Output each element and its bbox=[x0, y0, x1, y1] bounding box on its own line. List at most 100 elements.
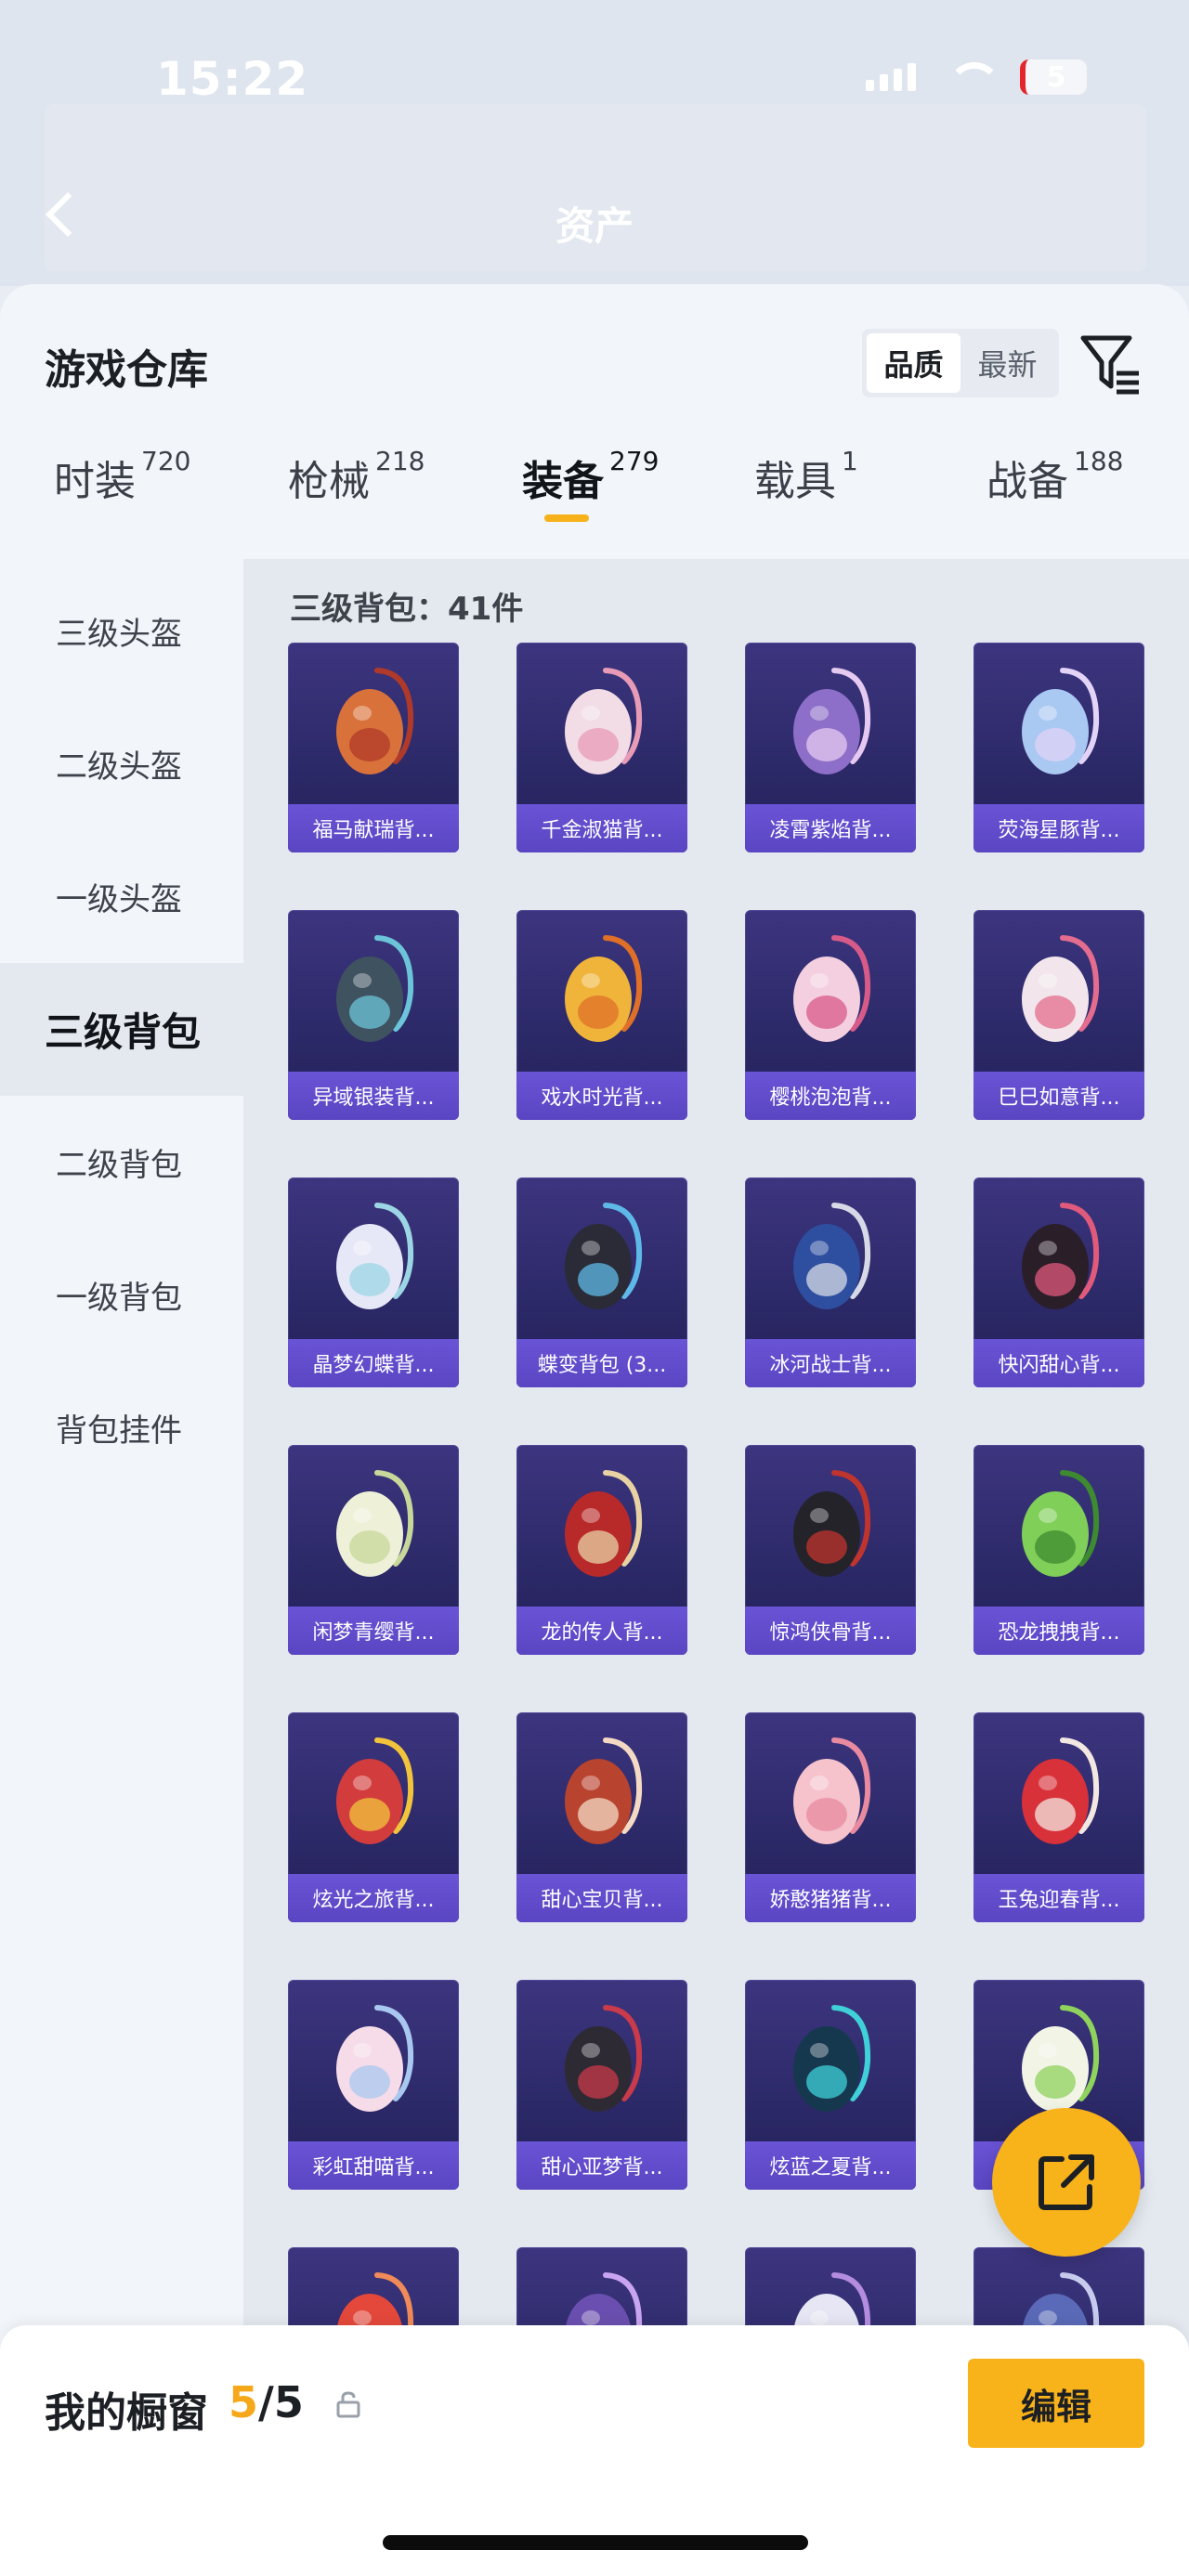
backpack-item-card[interactable]: 炫蓝之夏背... bbox=[745, 1980, 916, 2190]
sidebar-item-level1-backpack[interactable]: 一级背包 bbox=[0, 1229, 243, 1361]
edit-button[interactable]: 编辑 bbox=[968, 2359, 1144, 2448]
tab-guns[interactable]: 枪械 218 bbox=[288, 446, 425, 550]
backpack-item-card[interactable]: 甜心宝贝背... bbox=[516, 1712, 687, 1922]
item-name: 快闪甜心背... bbox=[998, 1354, 1120, 1377]
item-name: 恐龙拽拽背... bbox=[998, 1621, 1120, 1645]
backpack-item-card[interactable]: 荧海星豚背... bbox=[973, 643, 1144, 852]
item-name-bar: 冰河战士背... bbox=[745, 1339, 916, 1387]
home-indicator bbox=[383, 2535, 808, 2550]
sort-newest-button[interactable]: 最新 bbox=[960, 333, 1054, 393]
item-name: 闲梦青缨背... bbox=[312, 1621, 435, 1645]
sidebar-item-level1-helmet[interactable]: 一级头盔 bbox=[0, 830, 243, 963]
backpack-image bbox=[336, 2005, 414, 2112]
backpack-item-card[interactable]: 恐龙拽拽背... bbox=[973, 1445, 1144, 1655]
item-name: 甜心宝贝背... bbox=[541, 1889, 663, 1912]
item-name-bar: 晶梦幻蝶背... bbox=[288, 1339, 459, 1387]
backpack-item-card[interactable]: 戏水时光背... bbox=[516, 910, 687, 1120]
item-name: 凌霄紫焰背... bbox=[769, 819, 892, 842]
item-name-bar: 戏水时光背... bbox=[516, 1072, 687, 1120]
item-name-bar: 惊鸿侠骨背... bbox=[745, 1607, 916, 1655]
backpack-item-card[interactable]: 闲梦青缨背... bbox=[288, 1445, 459, 1655]
backpack-item-card[interactable]: 蝶变背包 (3... bbox=[516, 1177, 687, 1387]
item-name: 千金淑猫背... bbox=[541, 819, 663, 842]
battery-icon: 5 bbox=[1020, 59, 1087, 95]
backpack-item-card[interactable]: 冰河战士背... bbox=[745, 1177, 916, 1387]
filter-icon[interactable] bbox=[1078, 331, 1143, 396]
item-name: 彩虹甜喵背... bbox=[312, 2156, 435, 2179]
tab-fashion[interactable]: 时装 720 bbox=[54, 446, 191, 550]
item-name: 荧海星豚背... bbox=[998, 819, 1120, 842]
item-content: 三级背包：41件 福马献瑞背... 千金淑猫背... 凌霄紫焰背... 荧海星豚背..… bbox=[243, 559, 1189, 2576]
sidebar-item-level3-backpack[interactable]: 三级背包 bbox=[0, 963, 243, 1096]
share-button[interactable] bbox=[992, 2108, 1141, 2257]
item-name-bar: 甜心宝贝背... bbox=[516, 1874, 687, 1922]
backpack-item-card[interactable]: 快闪甜心背... bbox=[973, 1177, 1144, 1387]
item-name-bar: 恐龙拽拽背... bbox=[973, 1607, 1144, 1655]
status-icons: 5 bbox=[866, 59, 1087, 95]
item-name: 娇憨猪猪背... bbox=[769, 1889, 892, 1912]
tab-count: 720 bbox=[141, 446, 191, 476]
backpack-image bbox=[565, 668, 643, 774]
section-title: 三级背包：41件 bbox=[290, 591, 524, 628]
backpack-item-card[interactable]: 甜心亚梦背... bbox=[516, 1980, 687, 2190]
backpack-item-card[interactable]: 娇憨猪猪背... bbox=[745, 1712, 916, 1922]
tab-battle-gear[interactable]: 战备 188 bbox=[986, 446, 1123, 550]
item-name: 异域银装背... bbox=[312, 1086, 435, 1110]
item-name: 晶梦幻蝶背... bbox=[312, 1354, 435, 1377]
backpack-image bbox=[793, 1470, 871, 1577]
item-name-bar: 福马献瑞背... bbox=[288, 804, 459, 852]
backpack-item-card[interactable]: 惊鸿侠骨背... bbox=[745, 1445, 916, 1655]
item-name-bar: 彩虹甜喵背... bbox=[288, 2141, 459, 2190]
tab-label: 枪械 bbox=[288, 458, 370, 505]
backpack-image bbox=[1022, 2005, 1100, 2112]
backpack-item-card[interactable]: 炫光之旅背... bbox=[288, 1712, 459, 1922]
tab-vehicles[interactable]: 载具 1 bbox=[754, 446, 858, 550]
backpack-image bbox=[336, 668, 414, 774]
backpack-image bbox=[336, 1470, 414, 1577]
showcase-count: 5/5 bbox=[229, 2377, 304, 2427]
backpack-item-card[interactable]: 樱桃泡泡背... bbox=[745, 910, 916, 1120]
backpack-item-card[interactable]: 玉兔迎春背... bbox=[973, 1712, 1144, 1922]
backpack-item-card[interactable]: 福马献瑞背... bbox=[288, 643, 459, 852]
backpack-image bbox=[565, 1737, 643, 1844]
sort-quality-button[interactable]: 品质 bbox=[867, 333, 960, 393]
backpack-item-card[interactable]: 异域银装背... bbox=[288, 910, 459, 1120]
backpack-image bbox=[1022, 1737, 1100, 1844]
showcase-label: 我的橱窗 bbox=[45, 2389, 208, 2437]
item-name: 樱桃泡泡背... bbox=[769, 1086, 892, 1110]
sidebar-item-level3-helmet[interactable]: 三级头盔 bbox=[0, 565, 243, 697]
category-tabs: 时装 720 枪械 218 装备 279 载具 1 战备 188 bbox=[0, 446, 1189, 550]
item-name: 炫蓝之夏背... bbox=[769, 2156, 892, 2179]
backpack-item-card[interactable]: 龙的传人背... bbox=[516, 1445, 687, 1655]
tab-count: 1 bbox=[842, 446, 858, 476]
item-name-bar: 娇憨猪猪背... bbox=[745, 1874, 916, 1922]
item-name: 甜心亚梦背... bbox=[541, 2156, 663, 2179]
item-name: 巳巳如意背... bbox=[998, 1086, 1120, 1110]
backpack-image bbox=[336, 1737, 414, 1844]
item-name-bar: 炫光之旅背... bbox=[288, 1874, 459, 1922]
sidebar-item-backpack-charm[interactable]: 背包挂件 bbox=[0, 1361, 243, 1494]
sidebar-item-level2-helmet[interactable]: 二级头盔 bbox=[0, 697, 243, 830]
backpack-image bbox=[565, 1470, 643, 1577]
item-name-bar: 蝶变背包 (3... bbox=[516, 1339, 687, 1387]
item-name: 冰河战士背... bbox=[769, 1354, 892, 1377]
item-name: 龙的传人背... bbox=[541, 1621, 663, 1645]
item-name-bar: 快闪甜心背... bbox=[973, 1339, 1144, 1387]
status-time: 15:22 bbox=[156, 52, 309, 106]
sidebar-item-level2-backpack[interactable]: 二级背包 bbox=[0, 1096, 243, 1229]
backpack-image bbox=[1022, 668, 1100, 774]
backpack-item-card[interactable]: 彩虹甜喵背... bbox=[288, 1980, 459, 2190]
lock-icon bbox=[336, 2390, 360, 2418]
backpack-item-card[interactable]: 千金淑猫背... bbox=[516, 643, 687, 852]
item-name-bar: 樱桃泡泡背... bbox=[745, 1072, 916, 1120]
backpack-image bbox=[793, 668, 871, 774]
backpack-item-card[interactable]: 晶梦幻蝶背... bbox=[288, 1177, 459, 1387]
top-overlay: 15:22 5 资产 bbox=[0, 0, 1189, 286]
warehouse-title: 游戏仓库 bbox=[45, 346, 208, 394]
item-name-bar: 龙的传人背... bbox=[516, 1607, 687, 1655]
tab-label: 载具 bbox=[754, 458, 836, 505]
tab-count: 279 bbox=[609, 446, 660, 476]
backpack-item-card[interactable]: 巳巳如意背... bbox=[973, 910, 1144, 1120]
tab-equipment[interactable]: 装备 279 bbox=[522, 446, 660, 550]
backpack-item-card[interactable]: 凌霄紫焰背... bbox=[745, 643, 916, 852]
